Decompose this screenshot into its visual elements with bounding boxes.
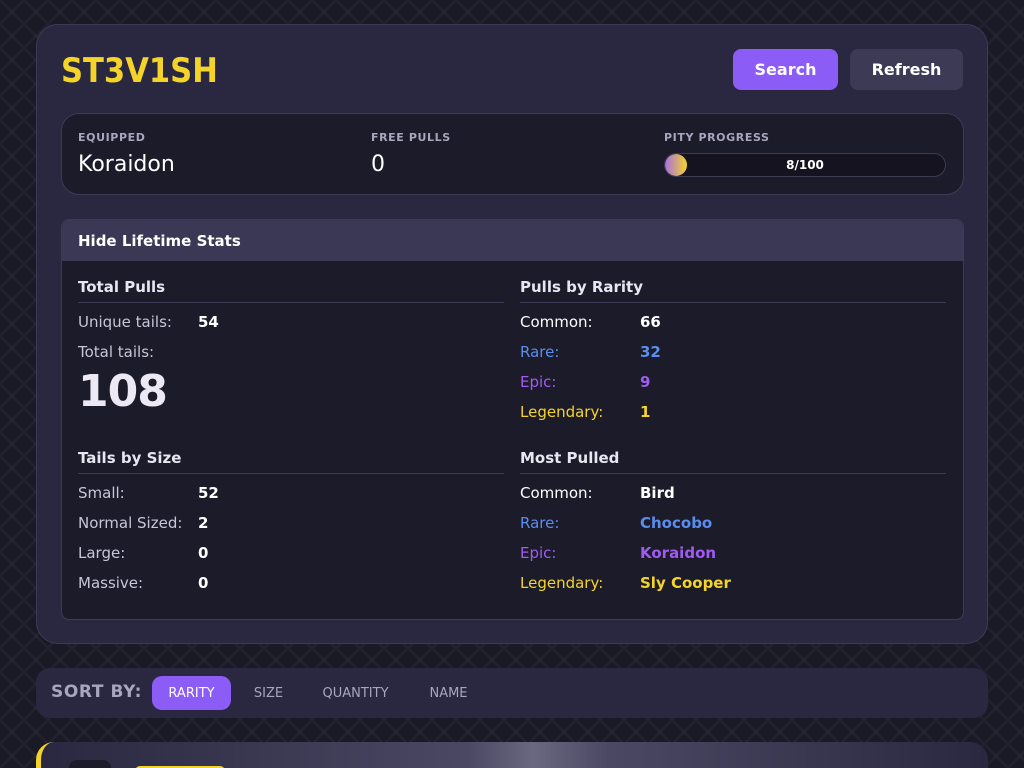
equipped-value: Koraidon (78, 152, 175, 177)
unique-tails-value: 54 (198, 313, 219, 331)
total-pulls-title: Total Pulls (78, 278, 504, 303)
sort-option-rarity[interactable]: RARITY (152, 676, 231, 710)
unique-tails-label: Unique tails: (78, 313, 172, 331)
free-pulls-value: 0 (371, 152, 385, 177)
pity-progress-bar: 8/100 (664, 153, 946, 177)
sort-option-size[interactable]: SIZE (243, 676, 294, 710)
size-label: Small: (78, 484, 125, 502)
sort-option-name[interactable]: NAME (417, 676, 480, 710)
profile-card: ST3V1SH Search Refresh EQUIPPED Koraidon… (36, 24, 988, 644)
total-tails-label: Total tails: (78, 343, 155, 361)
tail-card[interactable] (36, 742, 988, 768)
tails-by-size-title: Tails by Size (78, 449, 504, 474)
pity-progress-text: 8/100 (786, 158, 824, 172)
equipped-label: EQUIPPED (78, 131, 146, 144)
status-bar: EQUIPPED Koraidon FREE PULLS 0 PITY PROG… (61, 113, 964, 195)
pulls-by-rarity-title: Pulls by Rarity (520, 278, 946, 303)
rarity-value: 1 (640, 403, 651, 421)
sort-by-label: SORT BY: (51, 682, 142, 702)
size-label: Normal Sized: (78, 514, 183, 532)
rarity-label: Rare: (520, 343, 560, 361)
size-value: 52 (198, 484, 219, 502)
rarity-value: 66 (640, 313, 661, 331)
most-pulled-label: Rare: (520, 514, 560, 532)
rarity-label: Epic: (520, 373, 557, 391)
lifetime-stats-panel: Hide Lifetime Stats Total Pulls Unique t… (61, 219, 964, 620)
rarity-value: 9 (640, 373, 651, 391)
most-pulled-label: Epic: (520, 544, 557, 562)
most-pulled-value: Chocobo (640, 514, 713, 532)
sort-bar: SORT BY: RARITY SIZE QUANTITY NAME (36, 668, 988, 718)
size-value: 2 (198, 514, 209, 532)
most-pulled-label: Common: (520, 484, 593, 502)
rarity-label: Common: (520, 313, 593, 331)
refresh-button[interactable]: Refresh (850, 49, 963, 90)
hide-lifetime-stats-toggle[interactable]: Hide Lifetime Stats (62, 220, 963, 261)
most-pulled-title: Most Pulled (520, 449, 946, 474)
size-label: Large: (78, 544, 126, 562)
free-pulls-label: FREE PULLS (371, 131, 451, 144)
sort-option-quantity[interactable]: QUANTITY (310, 676, 401, 710)
size-value: 0 (198, 574, 209, 592)
search-button[interactable]: Search (733, 49, 838, 90)
most-pulled-value: Koraidon (640, 544, 717, 562)
total-tails-value: 108 (78, 366, 168, 417)
rarity-value: 32 (640, 343, 661, 361)
size-value: 0 (198, 544, 209, 562)
tail-card-thumbnail (69, 760, 111, 768)
username-title: ST3V1SH (61, 51, 218, 91)
size-label: Massive: (78, 574, 144, 592)
most-pulled-label: Legendary: (520, 574, 604, 592)
pity-progress-label: PITY PROGRESS (664, 131, 770, 144)
most-pulled-value: Sly Cooper (640, 574, 731, 592)
rarity-label: Legendary: (520, 403, 604, 421)
most-pulled-value: Bird (640, 484, 675, 502)
